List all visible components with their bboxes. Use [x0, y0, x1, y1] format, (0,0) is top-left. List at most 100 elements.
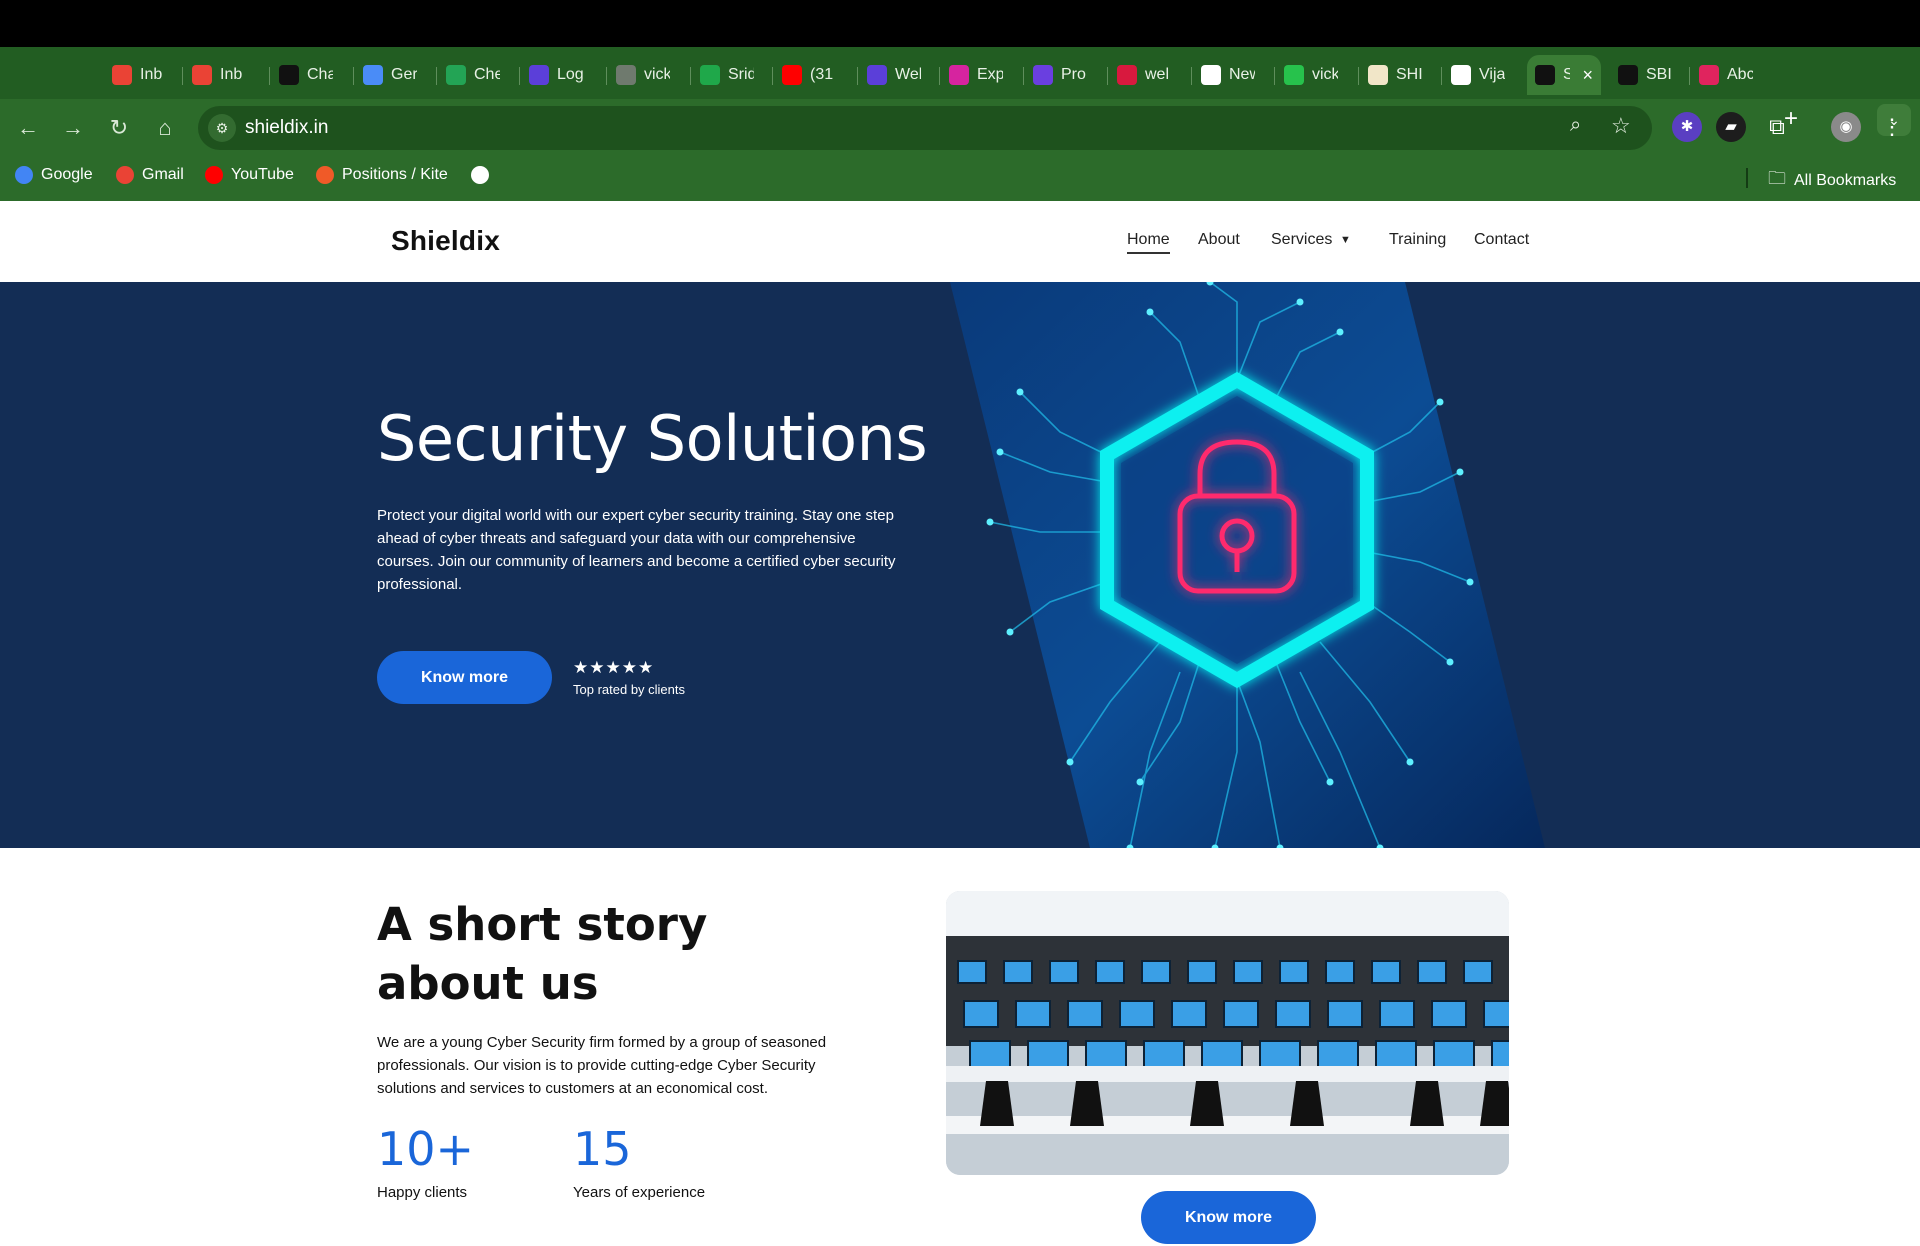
- bookmark-label: Google: [41, 166, 93, 183]
- reload-button[interactable]: ↻: [103, 112, 135, 144]
- bookmark-item[interactable]: [471, 166, 489, 184]
- monitor-screen: [1325, 960, 1355, 984]
- bookmarks-bar: Google Gmail YouTube Positions / Kite 🗀 All…: [0, 166, 1920, 192]
- cyber-lock-illustration: [950, 282, 1545, 848]
- circle-logo-icon: [1117, 65, 1137, 85]
- bookmark-item[interactable]: Gmail: [116, 166, 184, 184]
- tab-divider: [1441, 67, 1442, 85]
- gemini-icon: [363, 65, 383, 85]
- services-dropdown-icon[interactable]: ▼: [1340, 234, 1351, 246]
- extension-icon[interactable]: ✱: [1672, 112, 1702, 142]
- tab-title: Exp: [977, 66, 1003, 83]
- tab-divider: [1107, 67, 1108, 85]
- monitor-screen: [1095, 960, 1125, 984]
- tab-divider: [690, 67, 691, 85]
- nav-contact[interactable]: Contact: [1474, 231, 1529, 249]
- bookmark-item[interactable]: YouTube: [205, 166, 294, 184]
- tab-divider: [182, 67, 183, 85]
- browser-tab[interactable]: Che: [438, 55, 508, 95]
- tab-title: wel: [1145, 66, 1170, 83]
- circuit-node: [1296, 298, 1304, 306]
- all-bookmarks-button[interactable]: 🗀 All Bookmarks: [1768, 166, 1896, 196]
- browser-tab[interactable]: New: [1193, 55, 1263, 95]
- bookmark-item[interactable]: Positions / Kite: [316, 166, 448, 184]
- circuit-node: [1406, 758, 1414, 766]
- address-bar[interactable]: ⚙ shieldix.in ⌕ ☆: [198, 106, 1652, 150]
- monitor-screen: [1223, 1000, 1259, 1028]
- tab-divider: [1023, 67, 1024, 85]
- nav-services[interactable]: Services: [1271, 231, 1332, 249]
- bookmark-star-icon[interactable]: ☆: [1611, 113, 1631, 139]
- tab-divider: [1191, 67, 1192, 85]
- site-settings-icon[interactable]: ⚙: [208, 114, 236, 142]
- browser-tab[interactable]: Abc: [1691, 55, 1761, 95]
- circuit-node: [1436, 398, 1444, 406]
- browser-tab[interactable]: vick: [608, 55, 678, 95]
- nav-about[interactable]: About: [1198, 231, 1240, 249]
- circuit-node: [1066, 758, 1074, 766]
- browser-tab[interactable]: Log: [521, 55, 591, 95]
- browser-tab[interactable]: SBI: [1610, 55, 1680, 95]
- all-bookmarks-label: All Bookmarks: [1794, 172, 1897, 189]
- tab-title: Cha: [307, 66, 333, 83]
- circuit-node: [1446, 658, 1454, 666]
- tab-divider: [772, 67, 773, 85]
- instagram-icon: [949, 65, 969, 85]
- browser-tab[interactable]: Vija: [1443, 55, 1513, 95]
- screen-top-bar: [0, 0, 1920, 47]
- browser-tab[interactable]: SHI: [1360, 55, 1430, 95]
- browser-tab[interactable]: Srid: [692, 55, 762, 95]
- circuit-node: [1136, 778, 1144, 786]
- monitor-screen: [1049, 960, 1079, 984]
- tab-title: Srid: [728, 66, 754, 83]
- tab-strip: Inb Inb Cha Ger Che Log vick Srid (31 Wel Exp Pro we…: [0, 47, 1920, 136]
- circuit-node: [1006, 628, 1014, 636]
- home-button[interactable]: ⌂: [149, 112, 181, 144]
- browser-tab[interactable]: Inb: [104, 55, 174, 95]
- tab-divider: [1274, 67, 1275, 85]
- browser-tab[interactable]: Cha: [271, 55, 341, 95]
- extension-icon[interactable]: ▰: [1716, 112, 1746, 142]
- monitor-screen: [1327, 1000, 1363, 1028]
- shieldix-s-icon: [1535, 65, 1555, 85]
- bookmark-label: Positions / Kite: [342, 166, 448, 183]
- tab-title: Pro: [1061, 66, 1086, 83]
- monitor-screen: [957, 960, 987, 984]
- gmail-icon: [192, 65, 212, 85]
- monitor-screen: [1187, 960, 1217, 984]
- back-button[interactable]: ←: [12, 112, 44, 144]
- bookmark-item[interactable]: Google: [15, 166, 93, 184]
- tab-title: Che: [474, 66, 500, 83]
- browser-tab[interactable]: Wel: [859, 55, 929, 95]
- forward-button[interactable]: →: [57, 112, 89, 144]
- browser-tab[interactable]: (31: [774, 55, 844, 95]
- monitor-screen: [1003, 960, 1033, 984]
- tab-title: Log: [557, 66, 583, 83]
- chrome-icon: [1201, 65, 1221, 85]
- browser-tab[interactable]: Ger: [355, 55, 425, 95]
- browser-tab[interactable]: wel: [1109, 55, 1179, 95]
- tab-title: Abc: [1727, 66, 1753, 83]
- nav-home[interactable]: Home: [1127, 231, 1170, 254]
- monitor-screen: [1233, 960, 1263, 984]
- tab-title: Wel: [895, 66, 921, 83]
- browser-tab[interactable]: Inb: [184, 55, 254, 95]
- zoom-icon[interactable]: ⌕: [1570, 114, 1581, 137]
- browser-tab[interactable]: Pro: [1025, 55, 1095, 95]
- monitor-screen: [963, 1000, 999, 1028]
- monitor-screen: [1463, 960, 1493, 984]
- browser-tab[interactable]: S ×: [1527, 55, 1601, 95]
- monitor-screen: [1417, 960, 1447, 984]
- browser-tab[interactable]: Exp: [941, 55, 1011, 95]
- circuit-node: [1456, 468, 1464, 476]
- browser-tab[interactable]: vick: [1276, 55, 1346, 95]
- stat-label: Years of experience: [573, 1184, 706, 1201]
- story-know-more-button[interactable]: Know more: [1141, 1191, 1316, 1244]
- site-logo[interactable]: Shieldix: [391, 225, 500, 257]
- nav-training[interactable]: Training: [1389, 231, 1446, 249]
- extensions-puzzle-icon[interactable]: ⧉: [1762, 112, 1792, 142]
- close-tab-icon[interactable]: ×: [1582, 65, 1593, 86]
- hero-know-more-button[interactable]: Know more: [377, 651, 552, 704]
- browser-menu-icon[interactable]: ⋮: [1877, 112, 1907, 142]
- profile-avatar[interactable]: ◉: [1831, 112, 1861, 142]
